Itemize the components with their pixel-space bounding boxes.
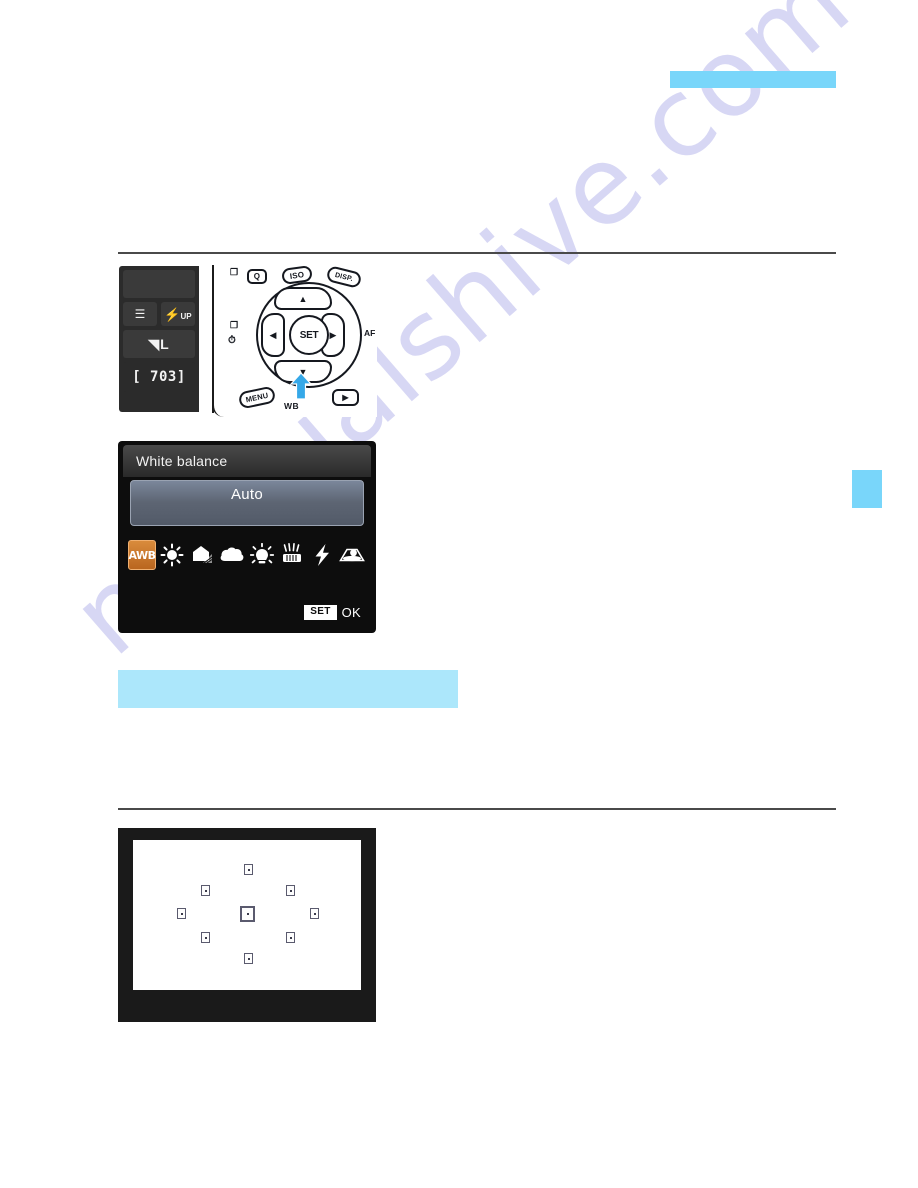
side-tab-marker[interactable] [852,470,882,508]
ok-label: OK [341,605,361,620]
custom-wb-icon [339,548,365,562]
wb-icon-shade[interactable] [188,540,216,570]
figure-viewfinder [118,828,376,1022]
wb-selected-value-bar[interactable]: Auto [130,480,364,526]
af-point-lower-left [201,932,210,943]
drive-mode-icon: ❐ [230,267,239,277]
wb-label: WB [284,401,300,411]
q-button[interactable]: Q [247,269,267,284]
af-point-left [177,908,186,919]
wb-icon-custom[interactable] [338,540,366,570]
wb-icon-fluorescent[interactable] [278,540,306,570]
self-timer-icon: ⏱ [228,335,236,346]
af-label: AF [364,328,376,338]
sun-icon [160,543,184,567]
camera-control-cluster: Q ISO DISP. MENU ▶ ▲ ◀ ▶ ▼ SET AF WB ❐ ❐… [222,265,377,417]
camera-lcd-panel: ☰ ⚡UP ◥L [ 703] [119,266,214,413]
body-highlight-bar [118,670,458,708]
wb-title-bar: White balance [123,445,371,477]
image-quality-indicator: ◥L [123,330,195,358]
af-point-upper-right [286,885,295,896]
light-bulb-icon [250,543,274,564]
af-point-center [240,906,255,922]
wb-selected-value: Auto [230,486,264,503]
figure-camera-back: ☰ ⚡UP ◥L [ 703] Q ISO DISP. MENU ▶ ▲ ◀ ▶… [118,265,377,417]
wb-footer: SET OK [304,605,361,620]
blue-arrow-pointer [290,373,312,399]
disp-button[interactable]: DISP. [325,265,363,289]
set-button[interactable]: SET [289,315,329,355]
manual-page: manualshive.com ☰ ⚡UP ◥L [703] Q ISO DI… [0,0,918,1188]
wb-icon-daylight[interactable] [158,540,186,570]
flash-up-label: UP [180,311,192,321]
image-quality-label: ◥L [148,336,170,352]
camera-lcd-body: ☰ ⚡UP ◥L [ 703] [119,266,199,412]
flash-icon: ⚡UP [164,308,191,321]
fluorescent-tube-icon [283,543,301,562]
wb-icon-row: AWB [128,538,368,572]
wb-icon-auto[interactable]: AWB [128,540,156,570]
playback-button[interactable]: ▶ [332,389,359,406]
wb-icon-cloudy[interactable] [218,540,246,570]
wb-title: White balance [136,453,228,469]
house-shade-icon [193,546,213,564]
lcd-blank-row [123,270,195,298]
flash-bolt-glyph: ⚡ [164,306,181,322]
viewfinder-screen [133,840,361,990]
set-badge: SET [304,605,337,620]
af-point-right [310,908,319,919]
flash-indicator: ⚡UP [161,302,195,326]
dial-up-key[interactable]: ▲ [274,287,332,310]
flash-bolt-icon [315,544,329,566]
figure-white-balance-screen: White balance Auto AWB SET OK [118,441,376,633]
section-divider-top [118,252,836,254]
picture-style-glyph: ☰ [134,307,146,321]
picture-style-icon: ☰ [123,302,157,326]
shots-remaining-indicator: [ 703] [123,362,195,392]
wb-icon-tungsten[interactable] [248,540,276,570]
af-point-upper-left [201,885,210,896]
af-point-top [244,864,253,875]
burst-mode-icon: ❐ [230,320,239,330]
cloud-icon [220,547,244,561]
af-point-bottom [244,953,253,964]
dial-left-key[interactable]: ◀ [261,313,285,357]
wb-icon-auto-label: AWB [128,548,156,562]
wb-icon-flash[interactable] [308,540,336,570]
header-highlight-bar [670,71,836,88]
shots-remaining-label: [ 703] [132,369,186,385]
section-divider-bottom [118,808,836,810]
menu-button[interactable]: MENU [237,385,277,410]
af-point-lower-right [286,932,295,943]
